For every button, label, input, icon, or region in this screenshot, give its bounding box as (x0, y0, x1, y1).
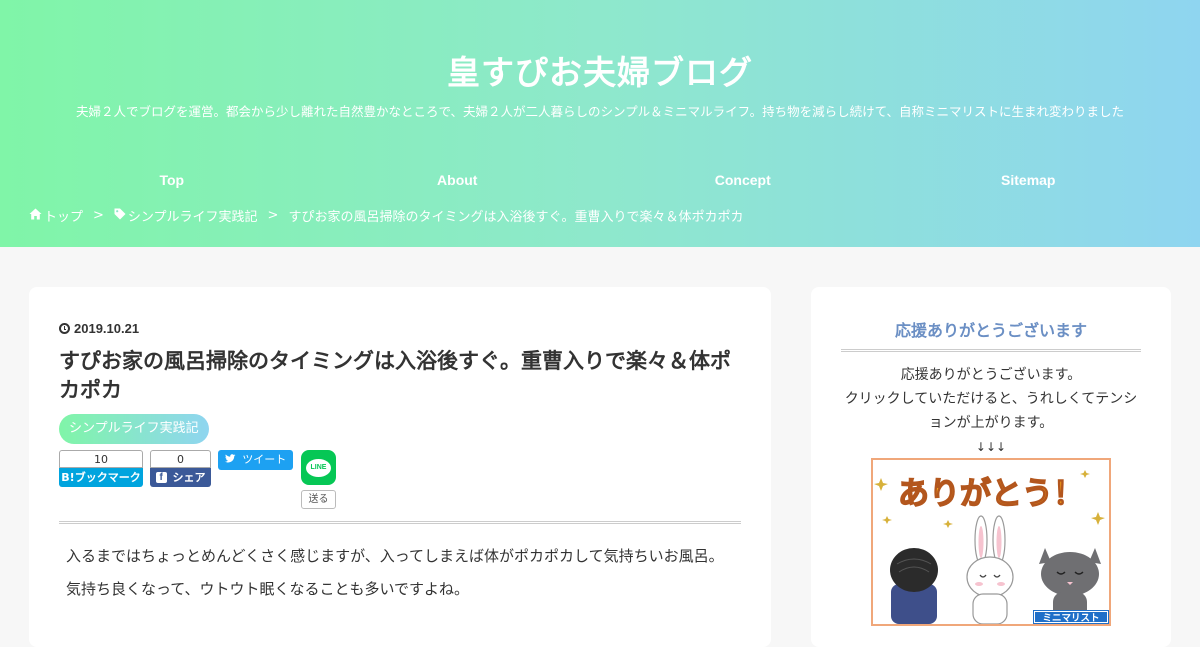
post-title: すぴお家の風呂掃除のタイミングは入浴後すぐ。重曹入りで楽々＆体ポカポカ (59, 349, 731, 402)
banner-text: ありがとう！ (898, 476, 1084, 512)
facebook-share[interactable]: 0 f シェア (150, 450, 211, 487)
line-icon[interactable]: LINE (301, 450, 336, 485)
thank-you-illustration: ありがとう！ ミニマリスト (873, 460, 1109, 624)
tag-icon (114, 208, 126, 224)
main-nav: Top About Concept Sitemap (29, 170, 1171, 190)
sidebar-widget: 応援ありがとうございます 応援ありがとうございます。 クリックしていただけると、… (811, 287, 1171, 647)
facebook-share-button[interactable]: f シェア (150, 468, 211, 487)
widget-title: 応援ありがとうございます (841, 317, 1141, 352)
category-badge[interactable]: シンプルライフ実践記 (59, 414, 209, 444)
line-share[interactable]: LINE 送る (301, 450, 336, 509)
site-title[interactable]: 皇すぴお夫婦ブログ (0, 46, 1200, 94)
banner-label: ミニマリスト (1042, 613, 1099, 624)
nav-item-about[interactable]: About (315, 170, 601, 190)
post-paragraph: 気持ち良くなって、ウトウト眠くなることも多いですよね。 (66, 580, 470, 598)
line-send-button[interactable]: 送る (301, 490, 336, 509)
clock-icon (59, 323, 70, 334)
site-header: 皇すぴお夫婦ブログ 夫婦２人でブログを運営。都会から少し離れた自然豊かなところで… (0, 0, 1200, 247)
nav-item-top[interactable]: Top (29, 170, 315, 190)
twitter-bird-icon (224, 450, 236, 470)
post-body: 入るまではちょっとめんどくさく感じますが、入ってしまえば体がポカポカして気持ちい… (66, 543, 736, 609)
article-card: 2019.10.21 すぴお家の風呂掃除のタイミングは入浴後すぐ。重曹入りで楽々… (29, 287, 771, 647)
divider (59, 521, 741, 524)
widget-line: ↓↓↓ (975, 440, 1007, 454)
breadcrumb-home[interactable]: トップ (44, 206, 83, 225)
breadcrumb: トップ > シンプルライフ実践記 > すぴお家の風呂掃除のタイミングは入浴後すぐ… (29, 206, 743, 225)
hatena-count: 10 (59, 450, 143, 468)
post-date-text: 2019.10.21 (74, 321, 140, 336)
nav-item-sitemap[interactable]: Sitemap (886, 170, 1172, 190)
facebook-icon: f (155, 472, 167, 483)
facebook-count: 0 (150, 450, 211, 468)
breadcrumb-category[interactable]: シンプルライフ実践記 (128, 206, 258, 225)
facebook-share-label: シェア (172, 471, 206, 484)
nav-item-concept[interactable]: Concept (600, 170, 886, 190)
post-paragraph: 入るまではちょっとめんどくさく感じますが、入ってしまえば体がポカポカして気持ちい… (66, 547, 724, 565)
ranking-banner[interactable]: ありがとう！ ミニマリスト (871, 458, 1111, 626)
hatena-bookmark-button[interactable]: B!ブックマーク (59, 468, 143, 487)
breadcrumb-separator: > (267, 208, 279, 223)
widget-text: 応援ありがとうございます。 クリックしていただけると、うれしくてテンシ ョンが上… (831, 363, 1151, 459)
widget-line: 応援ありがとうございます。 (900, 367, 1082, 383)
home-icon (29, 208, 42, 224)
tweet-button[interactable]: ツイート (218, 450, 293, 470)
breadcrumb-current: すぴお家の風呂掃除のタイミングは入浴後すぐ。重曹入りで楽々＆体ポカポカ (288, 210, 744, 225)
post-date: 2019.10.21 (59, 321, 139, 336)
breadcrumb-separator: > (93, 208, 104, 223)
tweet-label: ツイート (242, 453, 287, 466)
hatena-share[interactable]: 10 B!ブックマーク (59, 450, 143, 487)
site-tagline: 夫婦２人でブログを運営。都会から少し離れた自然豊かなところで、夫婦２人が二人暮ら… (75, 104, 1124, 119)
line-icon-text: LINE (306, 458, 331, 477)
widget-line: クリックしていただけると、うれしくてテンシ (844, 391, 1138, 407)
widget-line: ョンが上がります。 (928, 415, 1054, 431)
